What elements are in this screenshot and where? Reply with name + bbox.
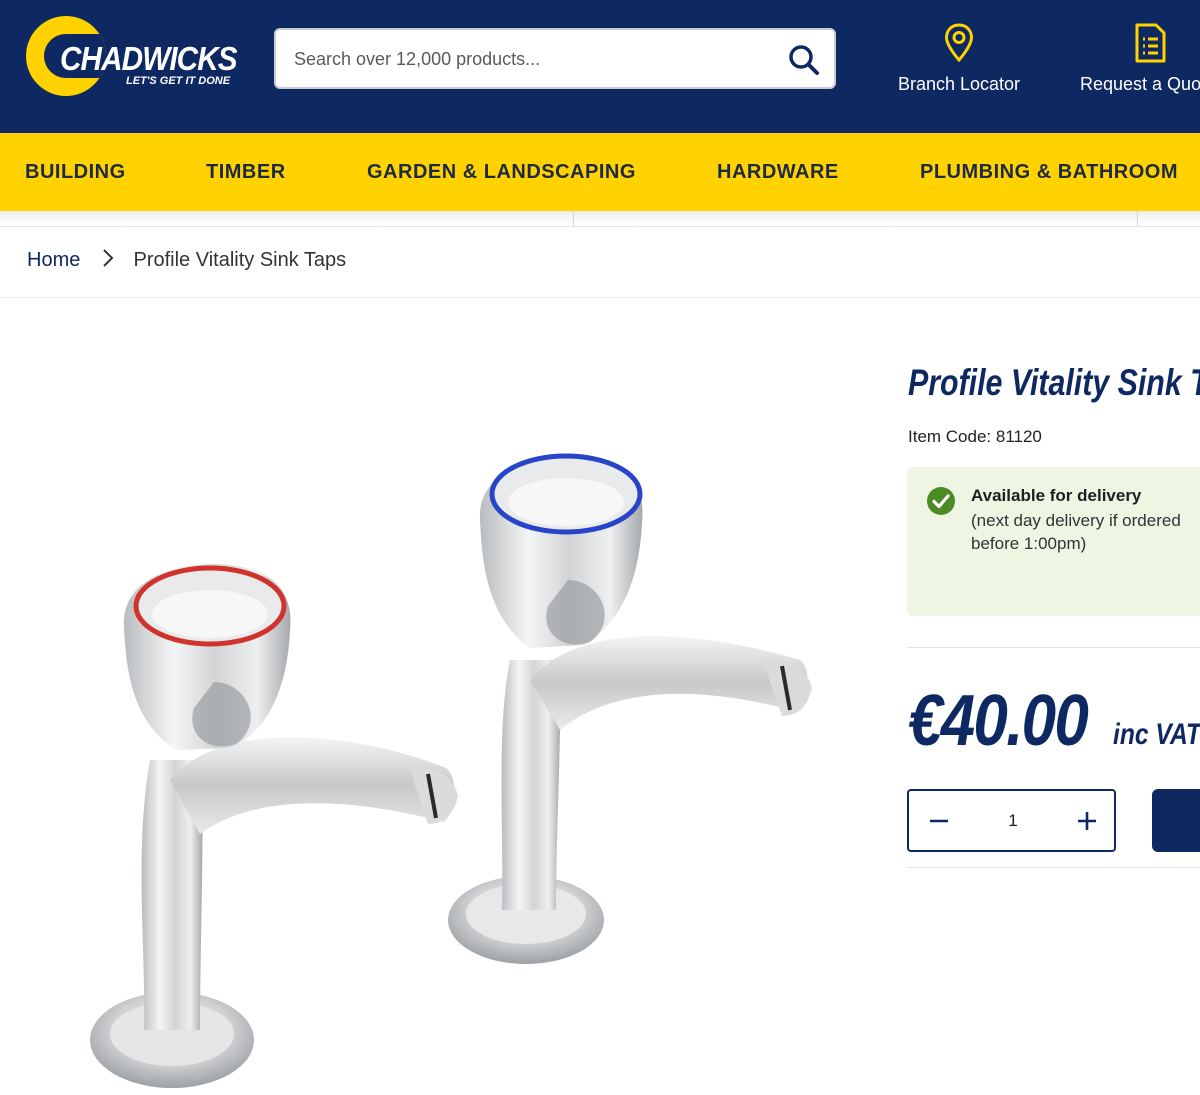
increase-quantity-button[interactable] bbox=[1071, 805, 1103, 837]
nav-item-plumbing-bathroom[interactable]: PLUMBING & BATHROOM bbox=[920, 133, 1178, 211]
nav-divider bbox=[1137, 211, 1138, 226]
quote-document-icon bbox=[1135, 23, 1166, 63]
search-bar bbox=[274, 28, 836, 89]
request-quote-link[interactable]: Request a Quote bbox=[1080, 22, 1200, 112]
check-circle-icon bbox=[927, 487, 955, 515]
nav-divider bbox=[573, 211, 574, 226]
breadcrumb: Home Profile Vitality Sink Taps bbox=[27, 248, 346, 274]
sink-taps-image bbox=[90, 453, 812, 1088]
availability-detail: (next day delivery if ordered before 1:0… bbox=[971, 511, 1181, 553]
breadcrumb-home-link[interactable]: Home bbox=[27, 249, 80, 271]
branch-locator-label: Branch Locator bbox=[897, 74, 1021, 94]
search-button[interactable] bbox=[786, 42, 822, 78]
search-input[interactable] bbox=[292, 42, 772, 76]
product-item-code: Item Code: 81120 bbox=[908, 427, 1042, 446]
minus-icon bbox=[930, 819, 948, 823]
search-icon bbox=[789, 45, 819, 75]
logo-tagline: LET'S GET IT DONE bbox=[126, 75, 231, 87]
chevron-right-icon bbox=[102, 248, 114, 274]
nav-item-hardware[interactable]: HARDWARE bbox=[717, 133, 839, 211]
breadcrumb-current: Profile Vitality Sink Taps bbox=[133, 249, 347, 271]
chadwicks-logo[interactable]: CHADWICKS LET'S GET IT DONE bbox=[26, 16, 238, 102]
top-header: CHADWICKS LET'S GET IT DONE Branch Locat… bbox=[0, 0, 1200, 133]
breadcrumb-top-rule bbox=[0, 226, 1200, 227]
location-pin-icon bbox=[944, 23, 974, 63]
logo-wordmark: CHADWICKS bbox=[60, 40, 238, 77]
add-to-cart-button[interactable] bbox=[1152, 789, 1200, 852]
branch-locator-link[interactable]: Branch Locator bbox=[896, 22, 1022, 112]
product-price: €40.00 bbox=[908, 681, 1089, 761]
nav-shadow bbox=[0, 211, 1200, 226]
breadcrumb-bottom-rule bbox=[0, 297, 1200, 298]
nav-item-timber[interactable]: TIMBER bbox=[206, 133, 286, 211]
availability-title: Available for delivery bbox=[971, 486, 1142, 505]
nav-item-garden-landscaping[interactable]: GARDEN & LANDSCAPING bbox=[367, 133, 636, 211]
divider bbox=[907, 647, 1200, 648]
decrease-quantity-button[interactable] bbox=[923, 805, 955, 837]
availability-panel: Available for delivery (next day deliver… bbox=[907, 467, 1200, 616]
quantity-stepper bbox=[907, 789, 1116, 852]
product-title: Profile Vitality Sink Taps bbox=[908, 362, 1200, 403]
plus-icon bbox=[1078, 812, 1096, 830]
quantity-input[interactable] bbox=[969, 805, 1057, 837]
product-image[interactable] bbox=[60, 430, 860, 1090]
nav-item-building[interactable]: BUILDING bbox=[25, 133, 126, 211]
main-nav: BUILDING TIMBER GARDEN & LANDSCAPING HAR… bbox=[0, 133, 1200, 211]
request-quote-label: Request a Quote bbox=[1080, 74, 1200, 94]
divider bbox=[907, 867, 1200, 868]
price-vat-label: inc VAT bbox=[1113, 718, 1200, 751]
